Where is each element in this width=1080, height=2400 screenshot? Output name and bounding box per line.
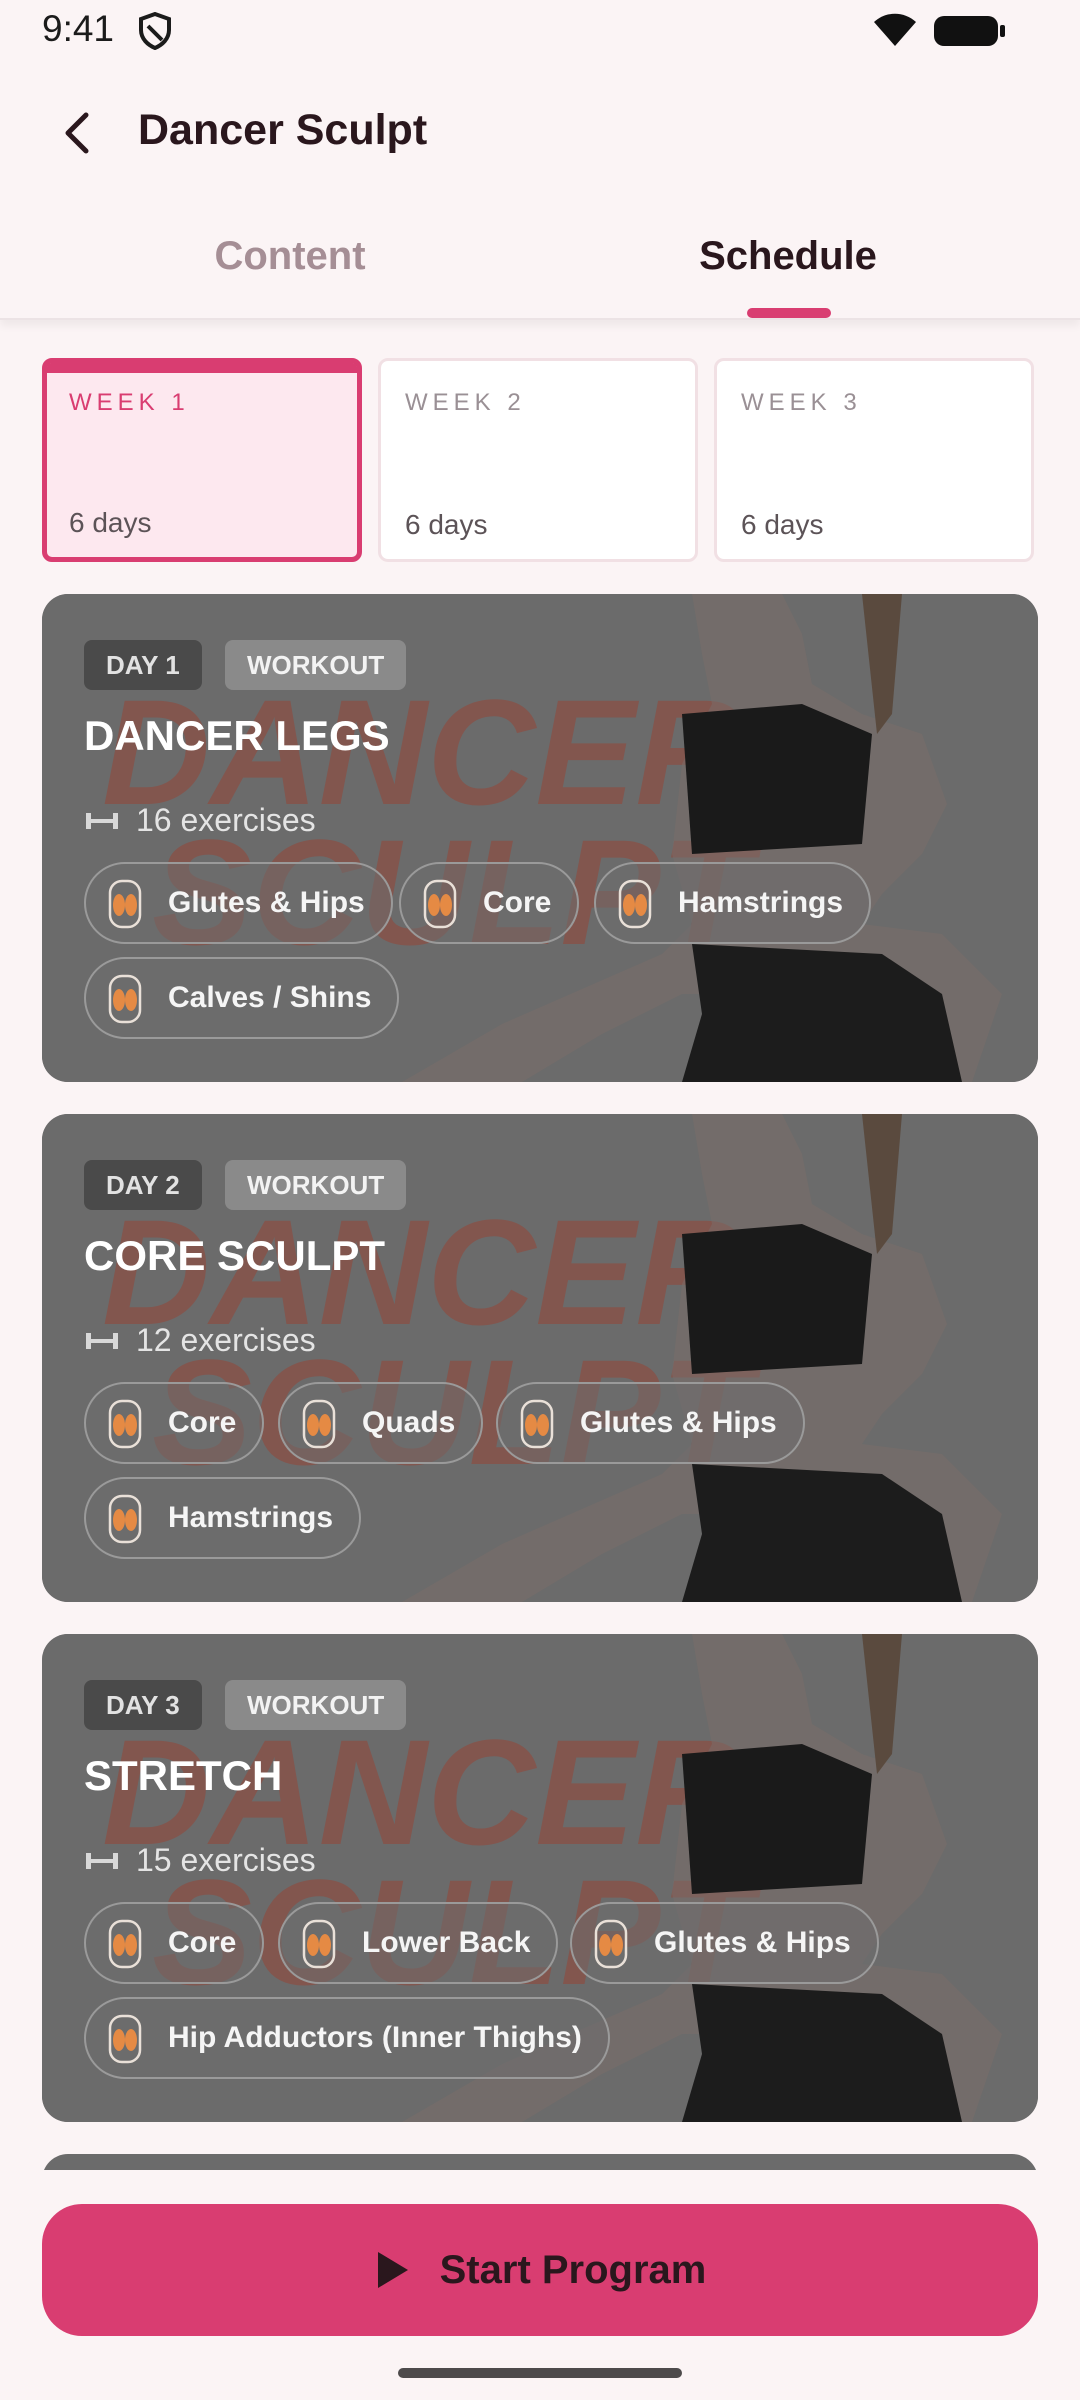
dumbbell-icon [86, 1852, 118, 1869]
chip-label: Quads [362, 1406, 456, 1439]
app-bar: Dancer Sculpt [0, 62, 1080, 202]
week-card-2[interactable]: WEEK 2 6 days [378, 358, 698, 562]
day-title: CORE SCULPT [84, 1232, 386, 1279]
day-badge: DAY 1 [84, 640, 202, 690]
workout-badge: WORKOUT [225, 1160, 407, 1210]
muscle-chip: Core [84, 1382, 265, 1464]
muscle-chip: Hamstrings [594, 862, 872, 944]
core-muscle-icon [108, 1399, 142, 1449]
day-card-2[interactable]: DAY 2 WORKOUT CORE SCULPT 12 exercises C… [42, 1114, 1038, 1602]
week-days: 6 days [741, 509, 824, 540]
back-arrow-icon [65, 112, 89, 154]
quads-muscle-icon [302, 1399, 336, 1449]
day-card-3[interactable]: DAY 3 WORKOUT STRETCH 15 exercises Core … [42, 1634, 1038, 2122]
week-card-1[interactable]: WEEK 1 6 days [42, 358, 362, 562]
shield-icon [139, 12, 171, 50]
wifi-icon [874, 13, 916, 46]
day-badge: DAY 3 [84, 1680, 202, 1730]
tab-content[interactable]: Content [80, 234, 500, 279]
exercise-count-row: 16 exercises [84, 802, 316, 839]
chip-label: Glutes & Hips [580, 1406, 777, 1439]
week-label: WEEK 2 [405, 389, 526, 416]
back-button[interactable] [48, 104, 106, 162]
start-program-button[interactable]: Start Program [42, 2204, 1038, 2336]
day-badge: DAY 2 [84, 1160, 202, 1210]
chip-label: Hip Adductors (Inner Thighs) [168, 2021, 582, 2054]
muscle-chip: Core [84, 1902, 265, 1984]
tab-bar: Content Schedule [0, 202, 1080, 320]
muscle-chip: Glutes & Hips [84, 862, 393, 944]
glutes-muscle-icon [594, 1919, 628, 1969]
status-time: 9:41 [42, 8, 115, 49]
day-card-1[interactable]: DAY 1 WORKOUT DANCER LEGS 16 exercises G… [42, 594, 1038, 1082]
week-days: 6 days [405, 509, 488, 540]
week-label: WEEK 3 [741, 389, 862, 416]
exercise-count: 16 exercises [136, 802, 316, 838]
muscle-chip: Lower Back [278, 1902, 559, 1984]
muscle-chip: Glutes & Hips [496, 1382, 805, 1464]
chip-label: Lower Back [362, 1926, 531, 1959]
page-title: Dancer Sculpt [138, 106, 428, 154]
bottom-bar: Start Program [0, 2170, 1080, 2400]
day-title: DANCER LEGS [84, 712, 390, 759]
muscle-chip: Glutes & Hips [570, 1902, 879, 1984]
workout-badge: WORKOUT [225, 640, 407, 690]
start-program-label: Start Program [439, 2247, 707, 2292]
chip-label: Core [168, 1926, 237, 1959]
exercise-count: 15 exercises [136, 1842, 316, 1878]
status-bar: 9:41 [0, 0, 1080, 62]
calves-muscle-icon [108, 974, 142, 1024]
glutes-muscle-icon [108, 879, 142, 929]
hip-adductors-muscle-icon [108, 2014, 142, 2064]
hamstrings-muscle-icon [618, 879, 652, 929]
tab-schedule[interactable]: Schedule [578, 234, 998, 279]
week-card-3[interactable]: WEEK 3 6 days [714, 358, 1034, 562]
muscle-chip: Hip Adductors (Inner Thighs) [84, 1997, 610, 2079]
day-title: STRETCH [84, 1752, 283, 1799]
week-label: WEEK 1 [69, 389, 190, 416]
chip-label: Core [483, 886, 552, 919]
muscle-chip: Quads [278, 1382, 484, 1464]
tab-indicator [747, 308, 831, 318]
home-indicator[interactable] [398, 2368, 682, 2378]
battery-icon [934, 16, 1005, 46]
week-days: 6 days [69, 507, 152, 538]
chip-label: Glutes & Hips [654, 1926, 851, 1959]
muscle-chip: Hamstrings [84, 1477, 362, 1559]
chip-label: Core [168, 1406, 237, 1439]
play-icon [377, 2252, 408, 2288]
core-muscle-icon [108, 1919, 142, 1969]
exercise-count-row: 15 exercises [84, 1842, 316, 1879]
muscle-chip: Calves / Shins [84, 957, 400, 1039]
chip-label: Hamstrings [678, 886, 844, 919]
chip-label: Calves / Shins [168, 981, 372, 1014]
chip-label: Hamstrings [168, 1501, 334, 1534]
lower-back-muscle-icon [302, 1919, 336, 1969]
hamstrings-muscle-icon [108, 1494, 142, 1544]
dumbbell-icon [86, 1332, 118, 1349]
exercise-count-row: 12 exercises [84, 1322, 316, 1359]
workout-badge: WORKOUT [225, 1680, 407, 1730]
glutes-muscle-icon [520, 1399, 554, 1449]
chip-label: Glutes & Hips [168, 886, 365, 919]
muscle-chip: Core [399, 862, 580, 944]
dumbbell-icon [86, 812, 118, 829]
exercise-count: 12 exercises [136, 1322, 316, 1358]
core-muscle-icon [423, 879, 457, 929]
week-selector: WEEK 1 6 days WEEK 2 6 days WEEK 3 6 day… [42, 358, 1038, 564]
